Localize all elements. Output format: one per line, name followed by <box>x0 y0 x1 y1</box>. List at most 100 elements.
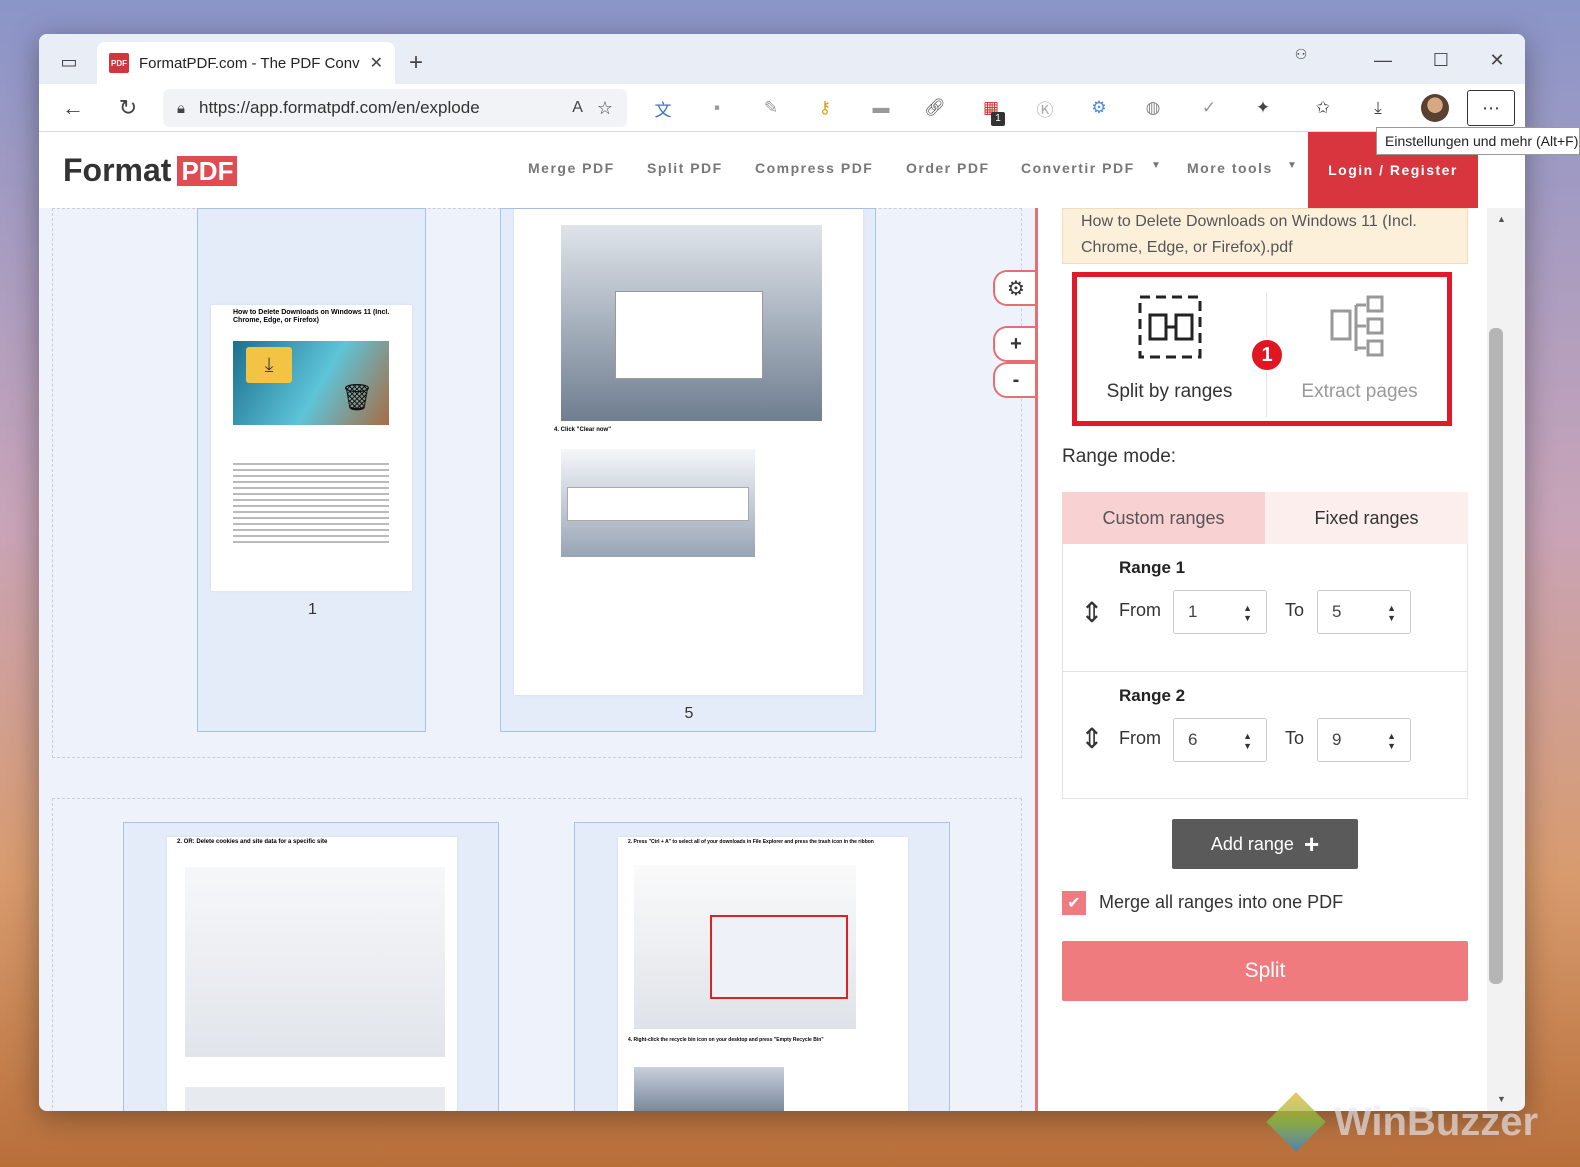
downloads-icon[interactable]: ⤓ <box>1364 94 1392 122</box>
stepper-icon[interactable]: ▲ ▼ <box>1243 603 1252 623</box>
spellcheck-icon[interactable]: ✓ <box>1195 94 1223 122</box>
add-range-button[interactable]: Add range + <box>1172 819 1358 869</box>
range-2-from-value: 6 <box>1188 730 1198 749</box>
zoom-out-button[interactable]: - <box>993 362 1037 398</box>
nav-order-pdf[interactable]: Order PDF <box>906 160 990 176</box>
range-mode-label: Range mode: <box>1062 446 1177 467</box>
add-favorite-icon[interactable]: ☆ <box>597 98 613 119</box>
globe-extension-icon[interactable]: ◍ <box>1139 94 1167 122</box>
minimize-icon[interactable]: — <box>1369 46 1397 74</box>
nav-convertir-pdf[interactable]: Convertir PDF <box>1021 160 1135 176</box>
close-tab-icon[interactable]: ✕ <box>370 53 383 73</box>
maximize-icon[interactable]: ☐ <box>1427 46 1455 74</box>
page-thumbnail-7[interactable]: 2. Press "Ctrl + A" to select all of you… <box>574 822 950 1111</box>
tab-title: FormatPDF.com - The PDF Converter <box>139 54 360 72</box>
formatpdf-logo[interactable]: Format PDF <box>63 152 238 189</box>
range-1: ⇕ Range 1 From 1 ▲ ▼ To 5 ▲ ▼ <box>1062 544 1468 672</box>
nav-split-pdf[interactable]: Split PDF <box>647 160 723 176</box>
browser-tab[interactable]: PDF FormatPDF.com - The PDF Converter ✕ <box>97 42 395 84</box>
range-2-from-input[interactable]: 6 ▲ ▼ <box>1173 718 1267 762</box>
read-aloud-icon[interactable]: A <box>572 99 583 117</box>
split-ranges-icon <box>1138 295 1201 359</box>
page-6-heading: 2. OR: Delete cookies and site data for … <box>177 839 328 845</box>
sync-extension-icon[interactable]: ⚙ <box>1085 94 1113 122</box>
tab-actions-icon[interactable]: ▭ <box>55 48 83 76</box>
stepper-icon[interactable]: ▲ ▼ <box>1243 731 1252 751</box>
step-badge: 1 <box>1250 338 1284 372</box>
gears-icon: ⚙ <box>1007 277 1025 300</box>
nav-merge-pdf[interactable]: Merge PDF <box>528 160 615 176</box>
window-icon[interactable]: ▬ <box>867 94 895 122</box>
page-6-preview: 2. OR: Delete cookies and site data for … <box>167 837 457 1111</box>
copilot-icon[interactable]: ⚇ <box>1289 42 1313 66</box>
settings-toggle-button[interactable]: ⚙ <box>993 270 1037 306</box>
split-by-ranges-option[interactable]: Split by ranges <box>1077 277 1262 421</box>
lock-icon[interactable]: 🔒︎ <box>177 100 185 117</box>
pen-icon[interactable]: ✎ <box>757 94 785 122</box>
merge-label[interactable]: Merge all ranges into one PDF <box>1099 892 1343 913</box>
page-1-number: 1 <box>308 601 317 618</box>
range-2-to-input[interactable]: 9 ▲ ▼ <box>1317 718 1411 762</box>
page-6-screenshot <box>185 867 445 1057</box>
range-2-to-value: 9 <box>1332 730 1342 749</box>
page-5-caption: 4. Click "Clear now" <box>554 427 612 433</box>
page-1-title: How to Delete Downloads on Windows 11 (I… <box>233 309 390 324</box>
extension-badge: 1 <box>991 112 1005 126</box>
favorites-icon[interactable]: ✩ <box>1309 94 1337 122</box>
close-window-icon[interactable]: ✕ <box>1483 46 1511 74</box>
range-2-from-label: From <box>1119 728 1161 748</box>
nav-compress-pdf[interactable]: Compress PDF <box>755 160 873 176</box>
back-icon[interactable]: ← <box>59 94 87 122</box>
split-button[interactable]: Split <box>1062 941 1468 1001</box>
tab-fixed-ranges[interactable]: Fixed ranges <box>1265 492 1468 544</box>
page-thumbnail-5[interactable]: 4. Click "Clear now" 5 <box>500 208 876 732</box>
settings-more-icon[interactable]: ⋯ <box>1467 90 1515 126</box>
convertir-dropdown-icon[interactable]: ▼ <box>1151 160 1161 171</box>
extensions-icon[interactable]: ✦ <box>1249 94 1277 122</box>
stepper-icon[interactable]: ▲ ▼ <box>1387 731 1396 751</box>
clear-now-dialog <box>567 487 749 521</box>
page-7-preview: 2. Press "Ctrl + A" to select all of you… <box>618 837 908 1111</box>
range-1-from-label: From <box>1119 600 1161 620</box>
page-5-screenshot-1 <box>561 225 822 421</box>
merge-checkbox[interactable]: ✔ <box>1062 891 1086 915</box>
scroll-up-icon[interactable]: ▲ <box>1497 214 1506 224</box>
new-tab-icon[interactable]: + <box>403 49 429 76</box>
page-thumbnail-6[interactable]: 2. OR: Delete cookies and site data for … <box>123 822 499 1111</box>
range-1-from-input[interactable]: 1 ▲ ▼ <box>1173 590 1267 634</box>
drag-handle-icon[interactable]: ⇕ <box>1079 718 1105 758</box>
range-1-to-input[interactable]: 5 ▲ ▼ <box>1317 590 1411 634</box>
zoom-in-button[interactable]: + <box>993 326 1037 362</box>
scrollbar-thumb[interactable] <box>1489 328 1503 984</box>
link-icon[interactable]: 🔗︎ <box>921 94 949 122</box>
plus-icon: + <box>1303 828 1320 859</box>
page-thumbnail-1[interactable]: How to Delete Downloads on Windows 11 (I… <box>197 208 426 732</box>
k-extension-icon[interactable]: Ⓚ <box>1031 94 1059 122</box>
extract-pages-option[interactable]: Extract pages <box>1267 277 1452 421</box>
trash-icon: 🗑︎ <box>340 381 374 412</box>
translate-icon[interactable]: 文 <box>649 94 677 122</box>
more-tools-dropdown-icon[interactable]: ▼ <box>1287 160 1297 171</box>
browser-toolbar: ← ↻ 🔒︎ https://app.formatpdf.com/en/expl… <box>39 84 1525 132</box>
extract-pages-icon <box>1330 295 1383 357</box>
refresh-icon[interactable]: ↻ <box>114 94 142 122</box>
browser-window: ▭ PDF FormatPDF.com - The PDF Converter … <box>39 34 1525 1111</box>
logo-badge: PDF <box>177 155 238 186</box>
selected-files-box <box>710 915 848 999</box>
nav-more-tools[interactable]: More tools <box>1187 160 1273 176</box>
media-icon[interactable]: ▪ <box>703 94 731 122</box>
winbuzzer-watermark: WinBuzzer <box>1266 1092 1538 1152</box>
key-icon[interactable]: ⚷ <box>811 94 839 122</box>
range-2-title: Range 2 <box>1119 686 1186 705</box>
drag-handle-icon[interactable]: ⇕ <box>1079 592 1105 632</box>
address-bar[interactable]: 🔒︎ https://app.formatpdf.com/en/explode … <box>163 89 627 127</box>
page-1-text <box>233 463 389 543</box>
page-7-heading: 2. Press "Ctrl + A" to select all of you… <box>628 839 874 845</box>
page-7-screenshot-2 <box>634 1067 784 1111</box>
stepper-icon[interactable]: ▲ ▼ <box>1387 603 1396 623</box>
add-range-label: Add range <box>1210 833 1294 854</box>
tab-custom-ranges[interactable]: Custom ranges <box>1062 492 1265 544</box>
profile-avatar[interactable] <box>1421 94 1449 122</box>
url-text[interactable]: https://app.formatpdf.com/en/explode <box>199 98 558 118</box>
winbuzzer-logo-icon <box>1266 1092 1326 1152</box>
